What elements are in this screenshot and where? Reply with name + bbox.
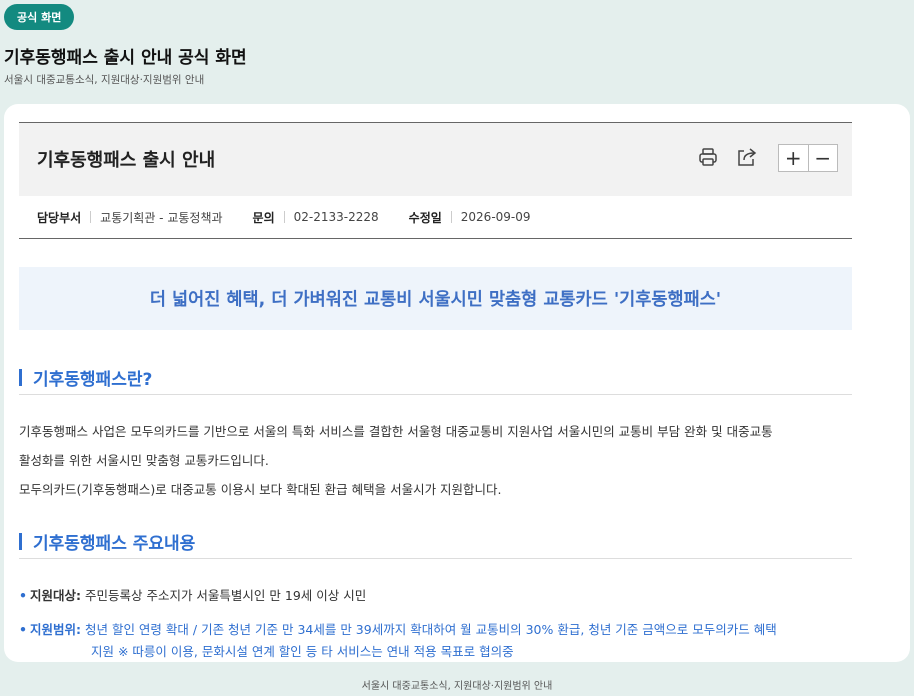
printer-icon[interactable] [697, 146, 719, 168]
meta-divider [450, 211, 452, 223]
item-text: 청년 할인 연령 확대 / 기존 청년 기준 만 34세를 만 39세까지 확대… [84, 622, 777, 637]
section-marker [19, 533, 22, 550]
official-screen-badge: 공식 화면 [4, 4, 75, 30]
meta-dept-label: 담당부서 [37, 210, 82, 225]
zoom-out-button[interactable]: − [807, 145, 838, 171]
section-heading-details: 기후동행패스 주요내용 [19, 525, 852, 559]
paragraph-line: 기후동행패스 사업은 모두의카드를 기반으로 서울의 특화 서비스를 결합한 서… [19, 424, 773, 439]
footer-text: 서울시 대중교통소식, 지원대상·지원범위 안내 [361, 681, 553, 692]
meta-date-value: 2026-09-09 [460, 210, 531, 224]
meta-dept-value: 교통기획관 - 교통정책과 [100, 210, 223, 225]
section-paragraph: 기후동행패스 사업은 모두의카드를 기반으로 서울의 특화 서비스를 결합한 서… [19, 417, 855, 504]
item-label: 지원범위: [30, 622, 81, 637]
bullet-icon: • [19, 588, 27, 603]
meta-contact-label: 문의 [252, 210, 275, 225]
bullet-icon: • [19, 622, 27, 637]
item-label: 지원대상: [30, 588, 81, 603]
page-title: 기후동행패스 출시 안내 공식 화면 [4, 48, 247, 68]
meta-date-label: 수정일 [408, 210, 442, 225]
item-text-continued: 지원 ※ 따릉이 이용, 문화시설 연계 할인 등 타 서비스는 연내 적용 목… [91, 644, 514, 659]
zoom-in-button[interactable]: + [779, 145, 808, 171]
paragraph-line: 활성화를 위한 서울시민 맞춤형 교통카드입니다. [19, 453, 269, 468]
meta-divider [283, 211, 285, 223]
meta-contact-value: 02-2133-2228 [293, 210, 379, 224]
list-item-scope: • 지원범위: 청년 할인 연령 확대 / 기존 청년 기준 만 34세를 만 3… [19, 619, 855, 662]
article-meta: 담당부서 교통기획관 - 교통정책과 문의 02-2133-2228 수정일 2… [19, 196, 852, 239]
section-marker [19, 369, 22, 386]
item-text: 주민등록상 주소지가 서울특별시인 만 19세 이상 시민 [84, 588, 367, 603]
article-header: 기후동행패스 출시 안내 + − [19, 122, 852, 196]
text-size-controls: + − [778, 144, 838, 172]
paragraph-line: 모두의카드(기후동행패스)로 대중교통 이용시 보다 확대된 환급 혜택을 서울… [19, 482, 502, 497]
page-subtitle: 서울시 대중교통소식, 지원대상·지원범위 안내 [4, 74, 205, 86]
article-card: 기후동행패스 출시 안내 + − 담당부서 교통기획관 - 교통정책과 문의 0 [4, 104, 910, 662]
meta-divider [90, 211, 92, 223]
section-title: 기후동행패스 주요내용 [33, 534, 196, 554]
list-item-target: • 지원대상: 주민등록상 주소지가 서울특별시인 만 19세 이상 시민 [19, 585, 855, 607]
section-heading-what: 기후동행패스란? [19, 361, 852, 395]
highlight-text: 더 넓어진 혜택, 더 가벼워진 교통비 서울시민 맞춤형 교통카드 '기후동행… [149, 290, 722, 310]
section-title: 기후동행패스란? [33, 370, 153, 390]
highlight-banner: 더 넓어진 혜택, 더 가벼워진 교통비 서울시민 맞춤형 교통카드 '기후동행… [19, 267, 852, 330]
share-icon[interactable] [735, 145, 759, 169]
article-title: 기후동행패스 출시 안내 [37, 150, 216, 171]
